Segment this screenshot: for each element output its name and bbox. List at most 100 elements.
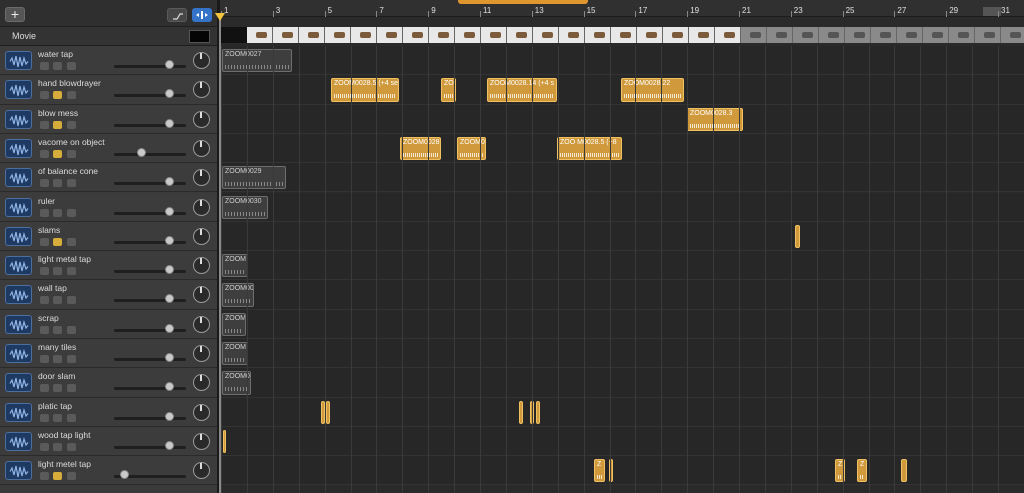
volume-slider[interactable] — [114, 358, 186, 361]
record-enable-icon[interactable] — [40, 355, 49, 363]
add-track-button[interactable]: + — [5, 7, 25, 22]
audio-region[interactable]: ZOOM — [222, 342, 248, 366]
pan-knob[interactable] — [193, 227, 210, 245]
track-name[interactable]: light metel tap — [38, 459, 91, 469]
audio-region[interactable]: ZOOM0030 — [222, 195, 268, 219]
track-header[interactable]: scrap — [0, 309, 217, 339]
track-lane[interactable] — [220, 426, 1024, 457]
track-header[interactable]: light metel tap — [0, 456, 217, 486]
headphones-icon[interactable] — [53, 472, 62, 481]
input-monitor-icon[interactable] — [67, 179, 76, 188]
headphones-icon[interactable] — [53, 120, 62, 129]
track-header[interactable]: ruler — [0, 192, 217, 222]
headphones-icon[interactable] — [53, 208, 62, 217]
input-monitor-icon[interactable] — [67, 413, 76, 422]
audio-region[interactable]: ZOOM0028.5 (+4 se — [331, 78, 399, 102]
track-name[interactable]: door slam — [38, 371, 75, 381]
input-monitor-icon[interactable] — [67, 237, 76, 246]
catch-playhead-button[interactable] — [192, 8, 212, 22]
volume-slider-knob[interactable] — [165, 323, 174, 333]
input-monitor-icon[interactable] — [67, 208, 76, 217]
track-lane[interactable] — [220, 339, 1024, 369]
record-enable-icon[interactable] — [40, 179, 49, 188]
headphones-icon[interactable] — [53, 91, 62, 100]
track-header[interactable]: wood tap light — [0, 426, 217, 457]
track-header[interactable]: water tap — [0, 46, 217, 76]
input-monitor-icon[interactable] — [67, 62, 76, 70]
input-monitor-icon[interactable] — [67, 296, 76, 305]
timeline-area[interactable]: 1 3 5 7 9 11 13 15 17 19 21 23 25 27 29 31 ZOOM0027 ZOOM… — [215, 0, 1024, 493]
volume-slider-knob[interactable] — [165, 206, 174, 216]
track-header[interactable]: many tiles — [0, 339, 217, 369]
track-name[interactable]: of balance cone — [38, 166, 98, 176]
volume-slider[interactable] — [114, 299, 186, 303]
input-monitor-icon[interactable] — [67, 120, 76, 129]
record-enable-icon[interactable] — [40, 149, 49, 158]
track-header[interactable]: wall tap — [0, 280, 217, 310]
audio-region[interactable]: ZOOM00 — [222, 283, 254, 307]
headphones-icon[interactable] — [53, 442, 62, 451]
track-lane[interactable] — [220, 163, 1024, 193]
headphones-icon[interactable] — [53, 237, 62, 246]
pan-knob[interactable] — [193, 139, 210, 157]
audio-region-small[interactable] — [223, 429, 226, 454]
track-name[interactable]: ruler — [38, 196, 55, 206]
volume-slider[interactable] — [114, 328, 186, 332]
audio-region[interactable]: ZOOM0029 — [222, 166, 286, 190]
headphones-icon[interactable] — [53, 355, 62, 363]
audio-region[interactable]: ZOOM0 — [457, 136, 486, 161]
volume-slider[interactable] — [114, 65, 186, 68]
track-name[interactable]: hand blowdrayer — [38, 78, 101, 88]
pan-knob[interactable] — [193, 345, 210, 362]
audio-region-small[interactable] — [326, 400, 330, 424]
record-enable-icon[interactable] — [40, 296, 49, 305]
record-enable-icon[interactable] — [40, 267, 49, 276]
record-enable-icon[interactable] — [40, 442, 49, 451]
input-monitor-icon[interactable] — [67, 267, 76, 276]
audio-region[interactable]: Z — [594, 459, 605, 483]
track-header[interactable]: hand blowdrayer — [0, 75, 217, 105]
audio-region[interactable]: ZOOM — [222, 312, 246, 336]
pan-knob[interactable] — [193, 198, 210, 216]
volume-slider[interactable] — [114, 240, 186, 244]
input-monitor-icon[interactable] — [67, 91, 76, 100]
input-monitor-icon[interactable] — [67, 325, 76, 334]
pan-knob[interactable] — [193, 110, 210, 128]
volume-slider-knob[interactable] — [165, 440, 174, 450]
track-lane[interactable] — [220, 46, 1024, 76]
volume-slider-knob[interactable] — [137, 147, 146, 157]
volume-slider[interactable] — [114, 416, 186, 420]
volume-slider[interactable] — [114, 182, 186, 186]
volume-slider[interactable] — [114, 445, 186, 449]
timeline-ruler[interactable]: 1 3 5 7 9 11 13 15 17 19 21 23 25 27 29 31 — [220, 0, 1024, 17]
record-enable-icon[interactable] — [40, 325, 49, 334]
headphones-icon[interactable] — [53, 413, 62, 422]
volume-slider[interactable] — [114, 211, 186, 215]
track-name[interactable]: wood tap light — [38, 430, 90, 440]
track-lane[interactable] — [220, 368, 1024, 398]
track-name[interactable]: wall tap — [38, 283, 67, 293]
track-lane[interactable] — [220, 104, 1024, 134]
track-name[interactable]: water tap — [38, 49, 73, 59]
audio-region[interactable]: ZOOM0027 — [222, 49, 292, 73]
volume-slider[interactable] — [114, 152, 186, 156]
input-monitor-icon[interactable] — [67, 472, 76, 481]
pan-knob[interactable] — [193, 432, 210, 450]
playhead-handle-icon[interactable] — [215, 13, 225, 21]
track-lane[interactable] — [220, 133, 1024, 164]
track-header[interactable]: vacome on object — [0, 133, 217, 164]
record-enable-icon[interactable] — [40, 91, 49, 100]
volume-slider[interactable] — [114, 387, 186, 391]
audio-region[interactable]: ZOOM0028.14 (+4 s — [487, 78, 557, 102]
volume-slider-knob[interactable] — [165, 294, 174, 304]
track-name[interactable]: light metal tap — [38, 254, 91, 264]
pan-knob[interactable] — [193, 315, 210, 333]
track-header[interactable]: blow mess — [0, 104, 217, 134]
track-header[interactable]: slams — [0, 221, 217, 252]
audio-region[interactable]: ZOOM — [222, 254, 248, 278]
input-monitor-icon[interactable] — [67, 355, 76, 363]
pan-knob[interactable] — [193, 169, 210, 187]
audio-region-small[interactable] — [519, 400, 523, 424]
headphones-icon[interactable] — [53, 149, 62, 158]
track-name[interactable]: blow mess — [38, 108, 78, 118]
